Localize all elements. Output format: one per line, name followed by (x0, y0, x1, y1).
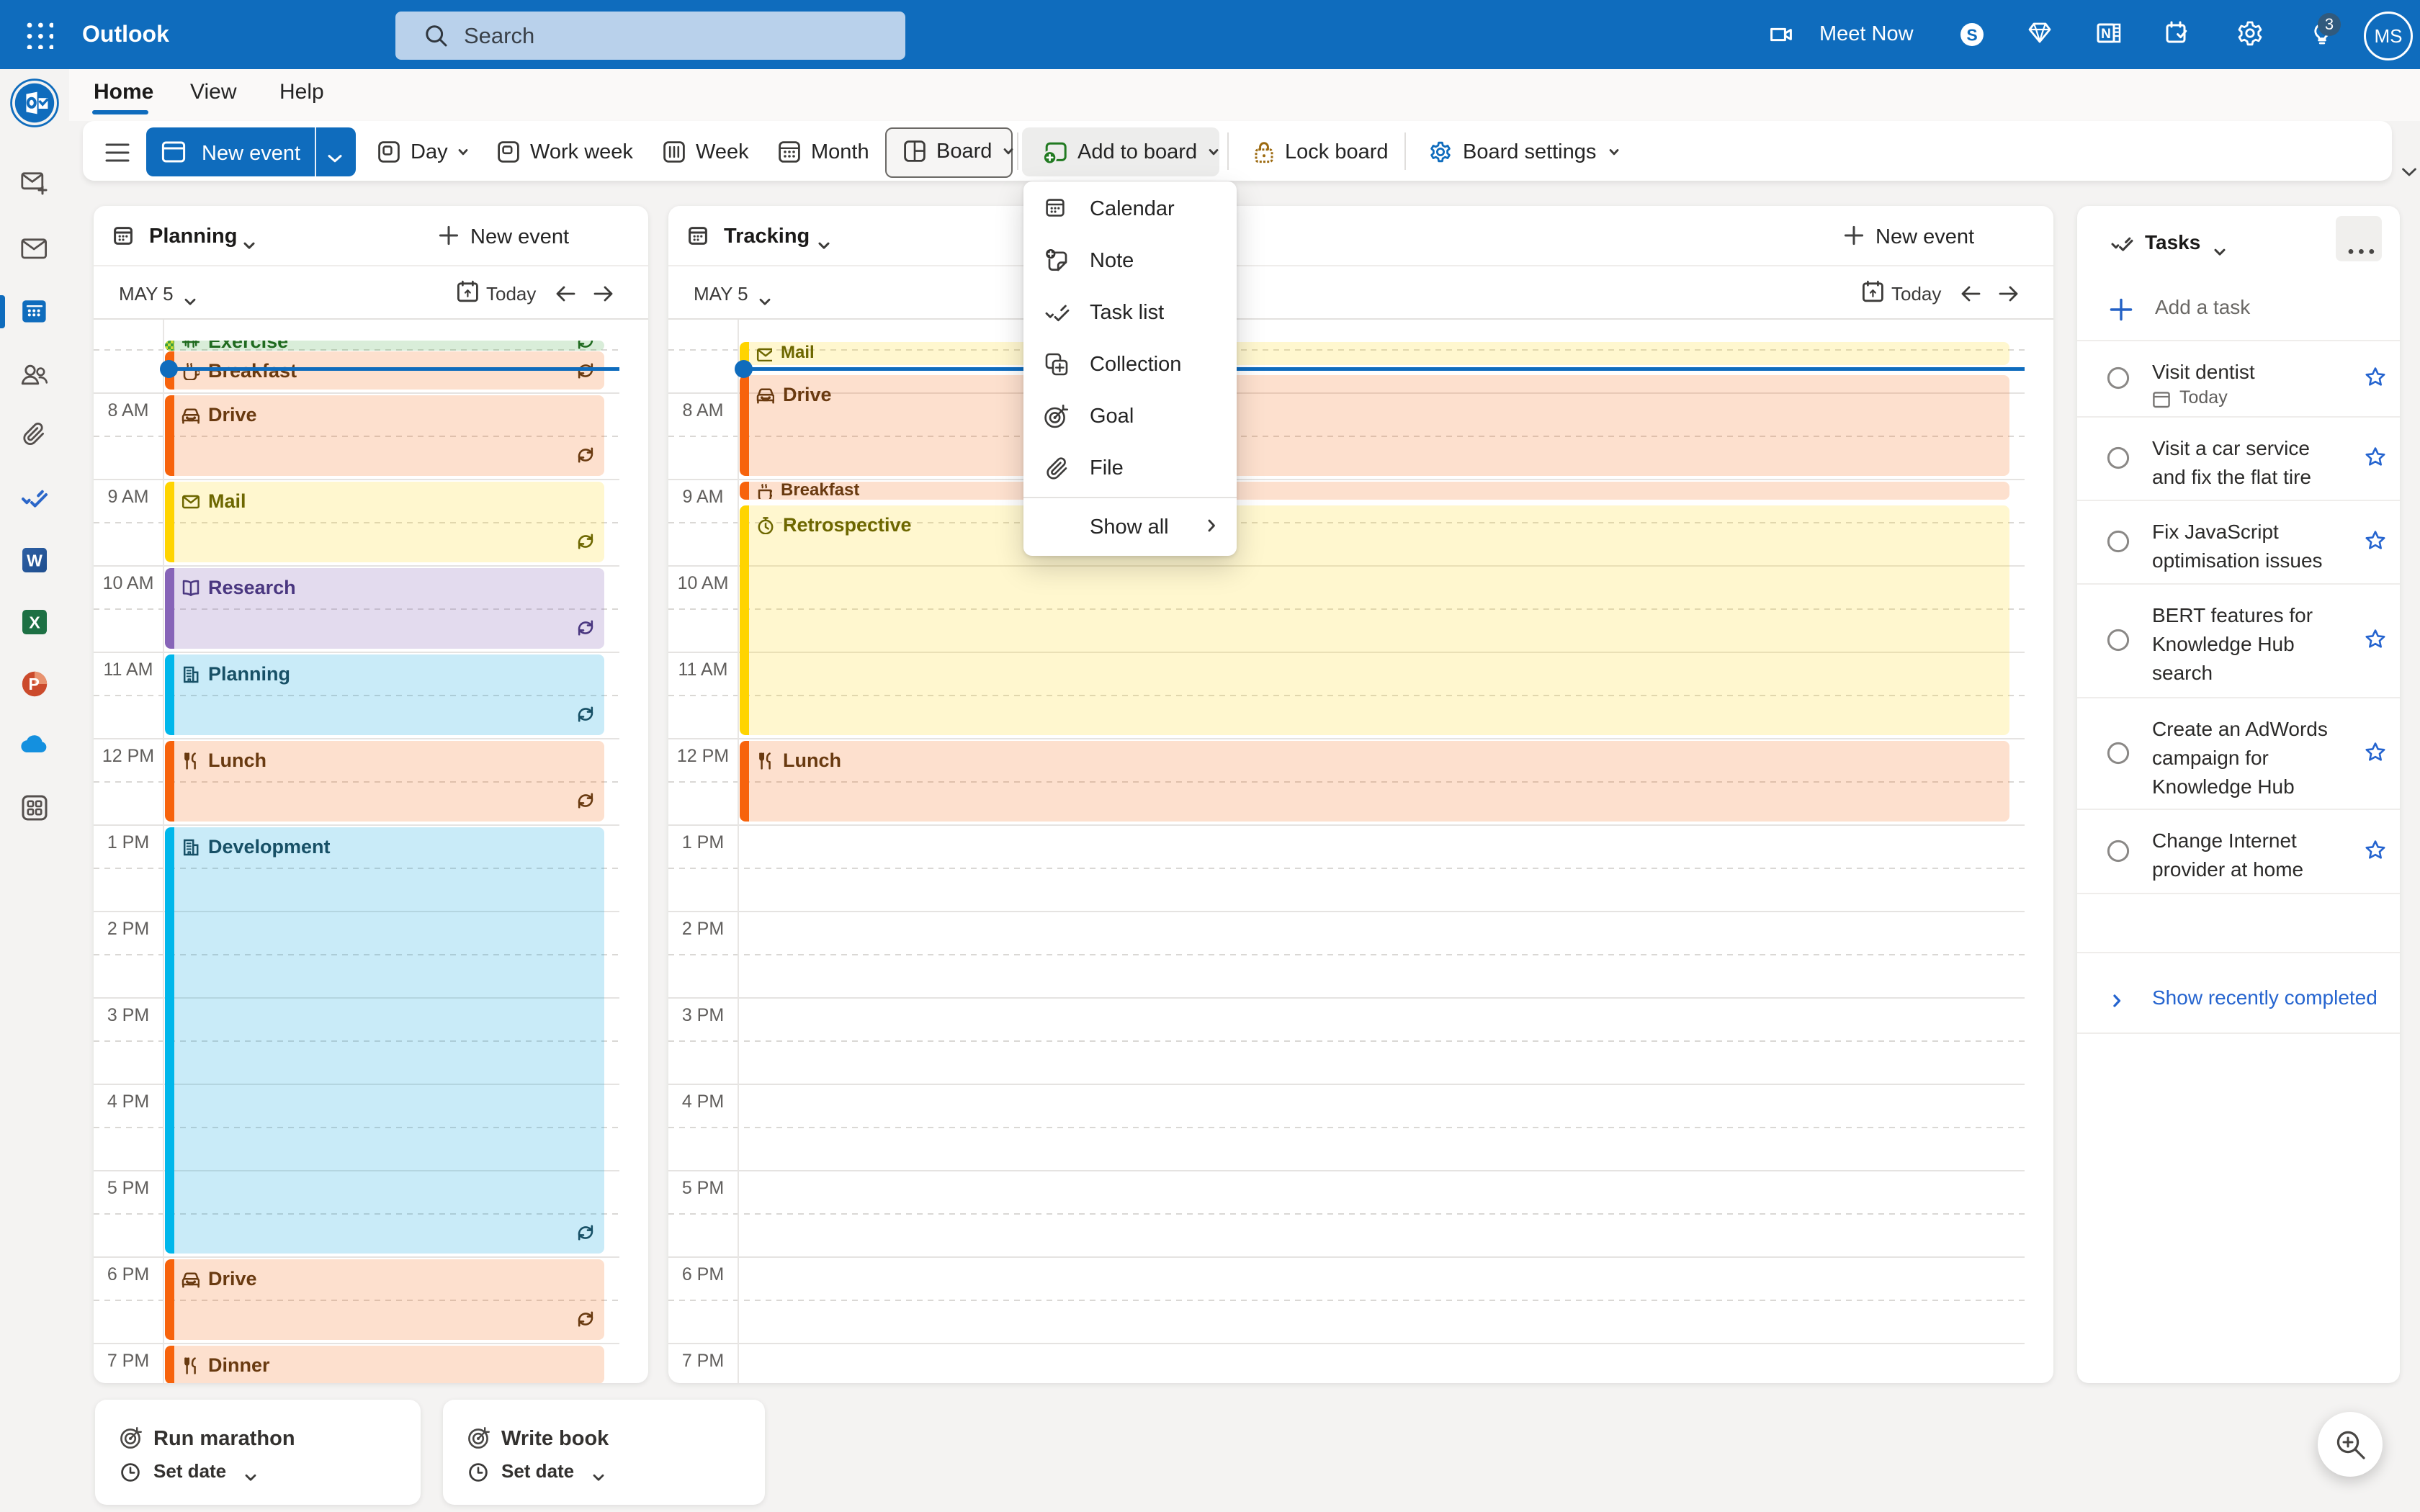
svg-text:X: X (29, 613, 40, 631)
svg-text:N: N (2101, 27, 2111, 42)
svg-text:W: W (27, 551, 42, 570)
svg-text:P: P (29, 675, 40, 693)
svg-text:S: S (1966, 25, 1977, 44)
